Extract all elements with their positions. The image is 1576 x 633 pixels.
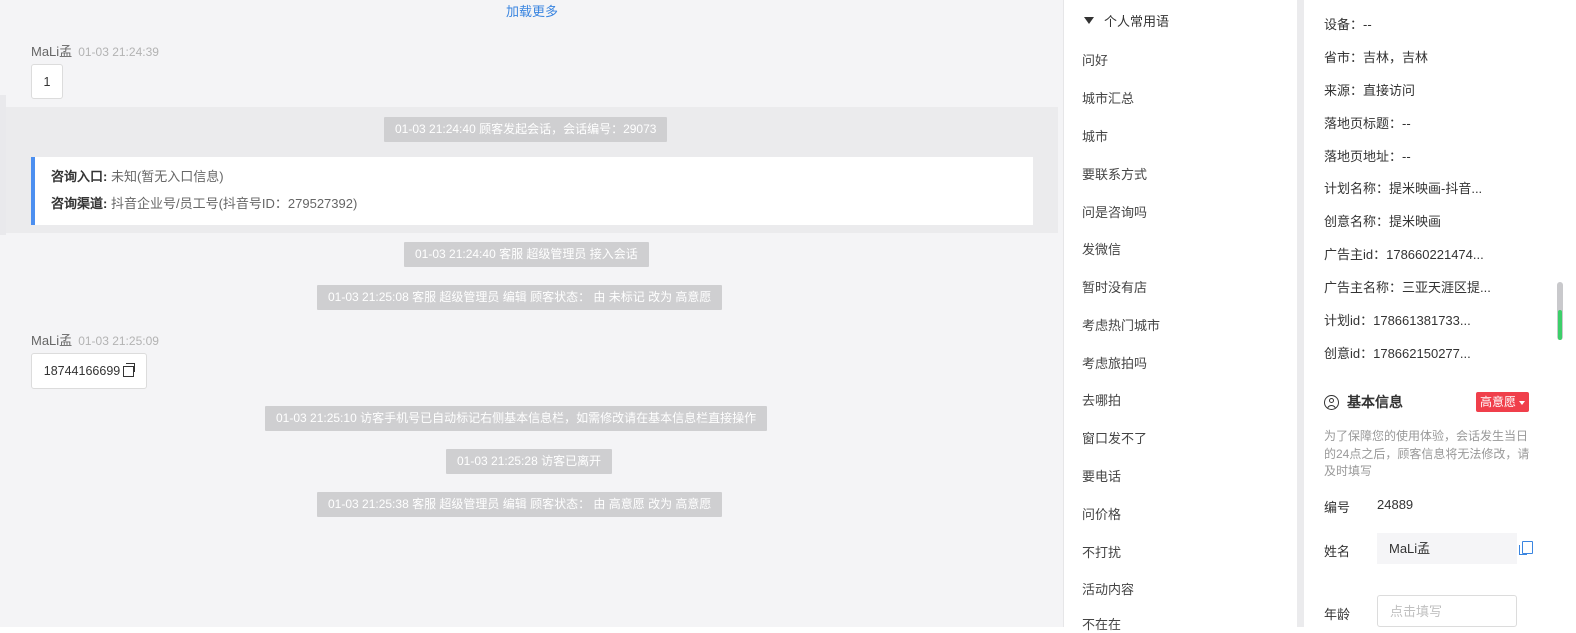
basic-info-label: 基本信息 [1347,394,1403,410]
message-text: 1 [43,74,51,89]
edit-notice: 为了保障您的使用体验，会话发生当日的24点之后，顾客信息将无法修改，请及时填写 [1324,429,1530,478]
phrase-item[interactable]: 要电话 [1082,466,1121,485]
channel-row: 咨询渠道: 抖音企业号/员工号(抖音号ID：279527392) [51,193,1033,220]
phrase-item[interactable]: 要联系方式 [1082,164,1147,183]
system-message: 01-03 21:24:40 客服 超级管理员 接入会话 [404,242,649,267]
system-message: 01-03 21:25:28 访客已离开 [446,449,613,474]
sender-name: MaLi孟 [31,333,73,348]
load-more-link[interactable]: 加载更多 [0,1,1064,20]
message-header: MaLi孟 01-03 21:25:09 [31,330,159,349]
caret-down-icon [1084,17,1094,24]
channel-label: 咨询渠道: [51,196,108,211]
phrase-item[interactable]: 不打扰 [1082,542,1121,561]
phrase-item[interactable]: 问是咨询吗 [1082,202,1147,221]
intent-status-label: 高意愿 [1480,395,1517,409]
phrase-item[interactable]: 考虑旅拍吗 [1082,353,1147,372]
system-message: 01-03 21:25:08 客服 超级管理员 编辑 顾客状态： 由 未标记 改… [317,285,723,310]
message-bubble: 1 [31,64,63,99]
name-label: 姓名 [1324,544,1351,559]
phrases-group-title: 个人常用语 [1104,14,1170,29]
age-label: 年龄 [1324,607,1351,622]
entrance-label: 咨询入口: [51,169,108,184]
advertiser-id-info: 广告主id：178660221474... [1324,247,1484,262]
phrase-item[interactable]: 不在在 [1082,614,1121,633]
phrase-item[interactable]: 去哪拍 [1082,390,1121,409]
customer-info-panel: 设备：-- 省市：吉林，吉林 来源：直接访问 落地页标题：-- 落地页地址：--… [1304,0,1576,627]
number-label: 编号 [1324,500,1351,515]
channel-value: 抖音企业号/员工号(抖音号ID：279527392) [110,196,358,211]
age-input[interactable] [1377,595,1517,627]
caret-down-icon [1519,400,1526,405]
entrance-value: 未知(暂无入口信息) [110,169,224,184]
landing-url-info: 落地页地址：-- [1324,149,1411,164]
name-field[interactable]: MaLi孟 [1377,533,1517,564]
message-text: 18744166699 [43,364,121,378]
phrase-item[interactable]: 问价格 [1082,504,1121,523]
message-time: 01-03 21:24:39 [78,45,159,59]
phrase-item[interactable]: 城市 [1082,126,1108,145]
phrases-group-header[interactable]: 个人常用语 [1084,11,1169,30]
entrance-row: 咨询入口: 未知(暂无入口信息) [51,166,1033,193]
phrase-item[interactable]: 活动内容 [1082,579,1134,598]
source-info: 来源：直接访问 [1324,83,1416,98]
plan-id-info: 计划id：178661381733... [1324,313,1471,328]
sender-name: MaLi孟 [31,44,73,59]
system-message: 01-03 21:25:10 访客手机号已自动标记右侧基本信息栏，如需修改请在基… [265,406,768,431]
creative-id-info: 创意id：178662150277... [1324,346,1471,361]
copy-icon[interactable] [1519,541,1533,555]
phrase-item[interactable]: 考虑热门城市 [1082,315,1160,334]
province-info: 省市：吉林，吉林 [1324,50,1429,65]
message-bubble[interactable]: 18744166699 [31,353,147,389]
intent-status-badge[interactable]: 高意愿 [1476,392,1530,412]
creative-name-info: 创意名称：提米映画 [1324,214,1442,229]
chat-panel: 加载更多 MaLi孟 01-03 21:24:39 1 01-03 21:24:4… [0,0,1064,627]
message-header: MaLi孟 01-03 21:24:39 [31,41,159,60]
system-message: 01-03 21:25:38 客服 超级管理员 编辑 顾客状态： 由 高意愿 改… [317,492,723,517]
number-value: 24889 [1377,497,1414,512]
phrase-item[interactable]: 问好 [1082,50,1108,69]
phrase-item[interactable]: 暂时没有店 [1082,277,1147,296]
phrase-item[interactable]: 发微信 [1082,239,1121,258]
plan-name-info: 计划名称：提米映画-抖音... [1324,181,1483,196]
user-circle-icon [1324,394,1339,410]
quick-phrases-panel: 个人常用语 问好 城市汇总 城市 要联系方式 问是咨询吗 发微信 暂时没有店 考… [1064,0,1297,632]
phrase-item[interactable]: 窗口发不了 [1082,428,1147,447]
message-time: 01-03 21:25:09 [78,334,159,348]
advertiser-name-info: 广告主名称：三亚天涯区提... [1324,280,1491,295]
phrase-item[interactable]: 城市汇总 [1082,88,1134,107]
basic-info-title: 基本信息 [1324,392,1403,412]
copy-icon[interactable] [123,362,136,377]
system-message: 01-03 21:24:40 顾客发起会话，会话编号：29073 [384,117,668,142]
entry-info-card: 咨询入口: 未知(暂无入口信息) 咨询渠道: 抖音企业号/员工号(抖音号ID：2… [31,157,1033,225]
landing-title-info: 落地页标题：-- [1324,116,1411,131]
device-info: 设备：-- [1324,17,1372,32]
panel-divider [1297,0,1304,627]
scrollbar-indicator [1558,310,1562,340]
